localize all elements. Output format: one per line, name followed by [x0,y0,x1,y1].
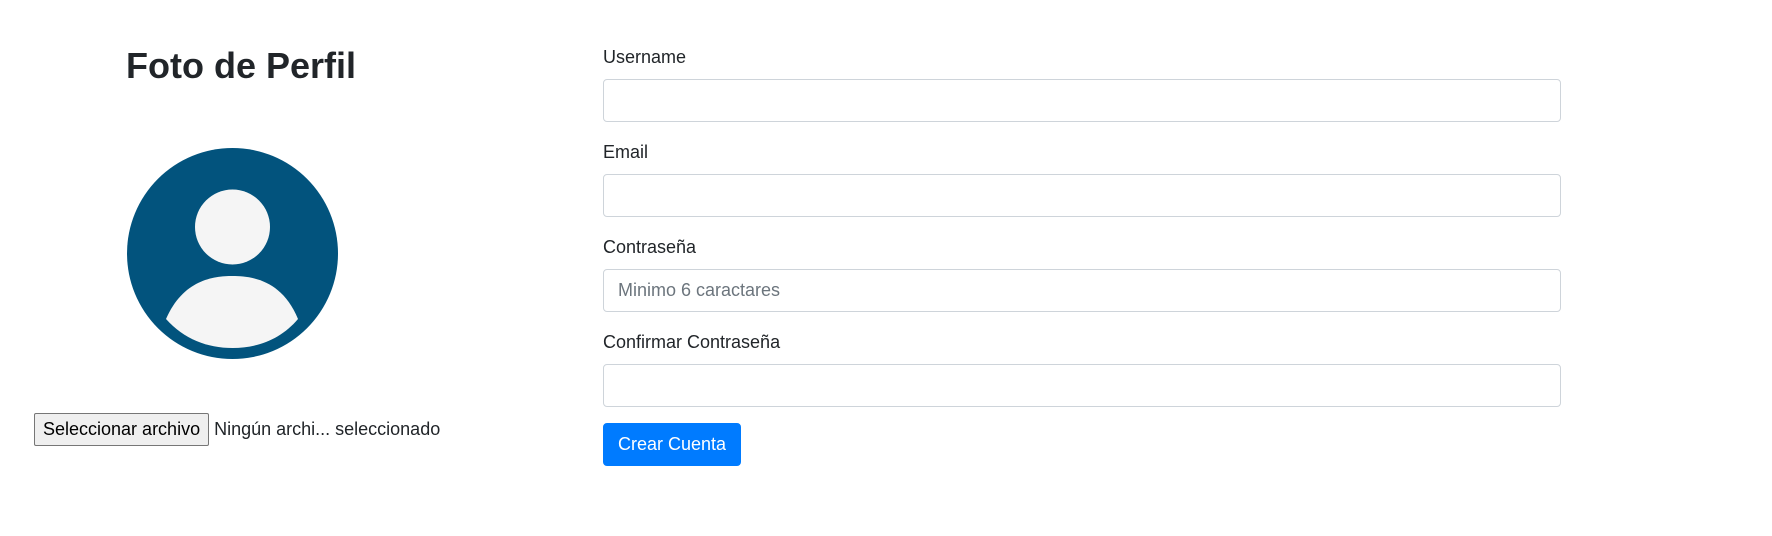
profile-photo-section: Foto de Perfil Seleccionar archivo Ningú… [0,0,560,536]
email-label: Email [603,142,649,162]
choose-file-button[interactable]: Seleccionar archivo [34,412,210,446]
username-label: Username [603,47,687,67]
username-input[interactable] [603,79,1561,122]
confirm-password-input[interactable] [603,364,1561,407]
confirm-password-field-group: Confirmar Contraseña [603,330,1561,407]
register-page: Foto de Perfil Seleccionar archivo Ningú… [0,0,1772,536]
password-label: Contraseña [603,237,697,257]
create-account-button[interactable]: Crear Cuenta [603,423,742,466]
profile-photo-title: Foto de Perfil [126,45,357,86]
user-avatar-icon [127,148,338,359]
password-field-group: Contraseña [603,235,1561,312]
confirm-password-label: Confirmar Contraseña [603,332,781,352]
email-field-group: Email [603,140,1561,217]
file-status-text: Ningún archi... seleccionado [214,418,441,439]
password-input[interactable] [603,269,1561,312]
username-field-group: Username [603,45,1561,122]
register-form: Username Email Contraseña Confirmar Cont… [603,0,1561,536]
file-picker: Seleccionar archivo Ningún archi... sele… [34,412,440,446]
email-input[interactable] [603,174,1561,217]
